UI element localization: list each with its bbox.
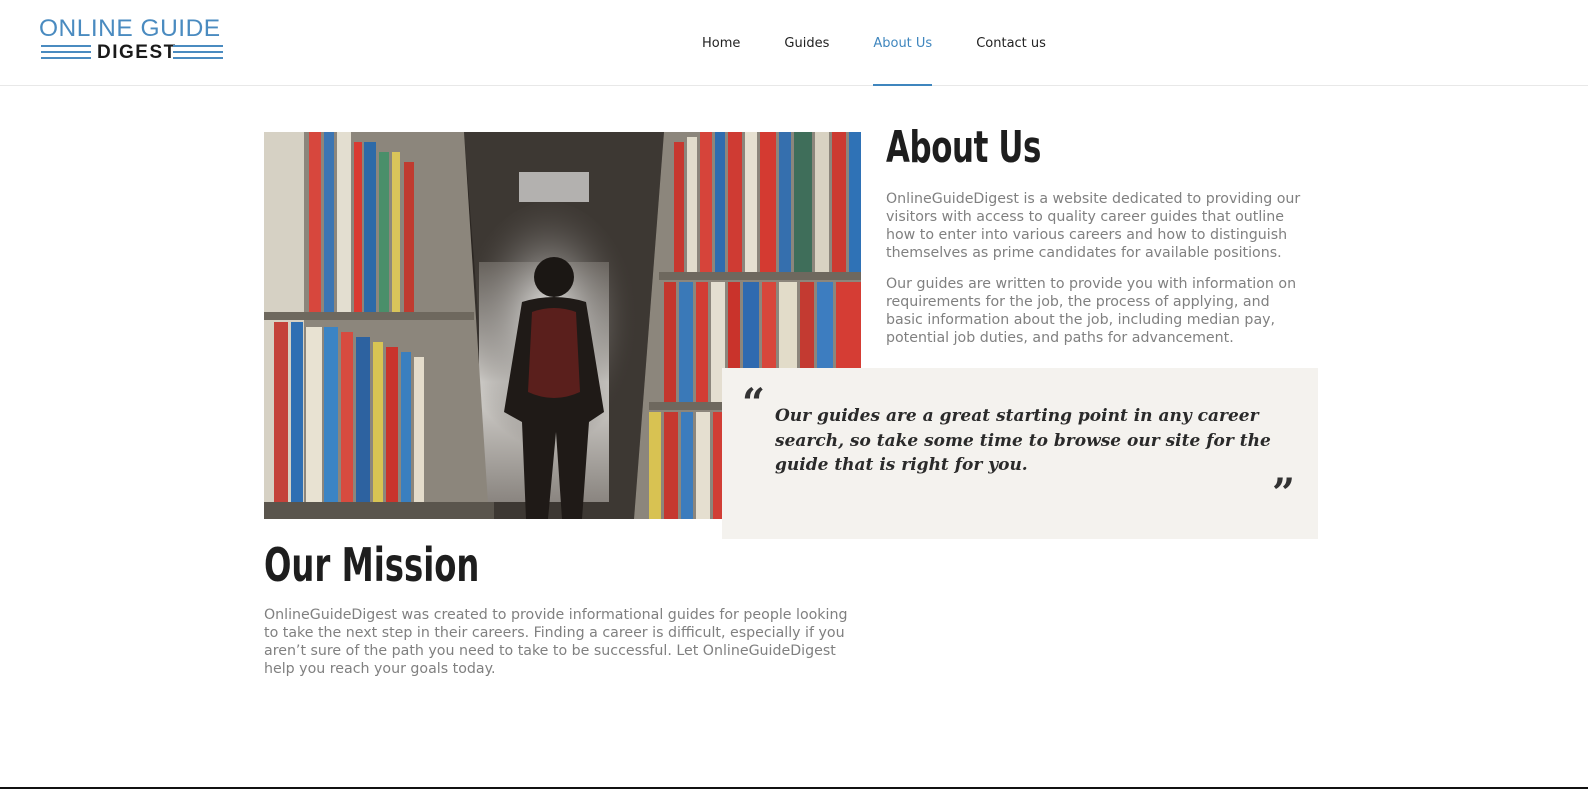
logo-lines-right (173, 45, 223, 62)
open-quote-icon: “ (742, 380, 766, 427)
quote-text: Our guides are a great starting point in… (775, 406, 1271, 475)
nav-guides[interactable]: Guides (762, 0, 851, 86)
footer-edge (0, 787, 1588, 799)
close-quote-icon: ” (1272, 470, 1296, 517)
mission-paragraph: OnlineGuideDigest was created to provide… (264, 607, 848, 677)
about-title: About Us (886, 122, 1042, 173)
site-header: ONLINE GUIDE DIGEST Home Guides About Us… (0, 0, 1588, 86)
nav-about-us[interactable]: About Us (851, 0, 954, 86)
logo-line2: DIGEST (97, 42, 177, 63)
quote-block: “ Our guides are a great starting point … (722, 368, 1318, 539)
about-paragraph-2: Our guides are written to provide you wi… (886, 276, 1297, 346)
logo-line2-row: DIGEST (39, 42, 223, 64)
logo-line1: ONLINE GUIDE (39, 15, 221, 42)
nav-contact-us[interactable]: Contact us (954, 0, 1068, 86)
about-paragraph-1: OnlineGuideDigest is a website dedicated… (886, 191, 1301, 261)
mission-title: Our Mission (264, 538, 480, 592)
logo-lines-left (41, 45, 91, 62)
main-nav: Home Guides About Us Contact us (680, 0, 1068, 86)
site-logo[interactable]: ONLINE GUIDE DIGEST (39, 16, 223, 66)
nav-home[interactable]: Home (680, 0, 762, 86)
